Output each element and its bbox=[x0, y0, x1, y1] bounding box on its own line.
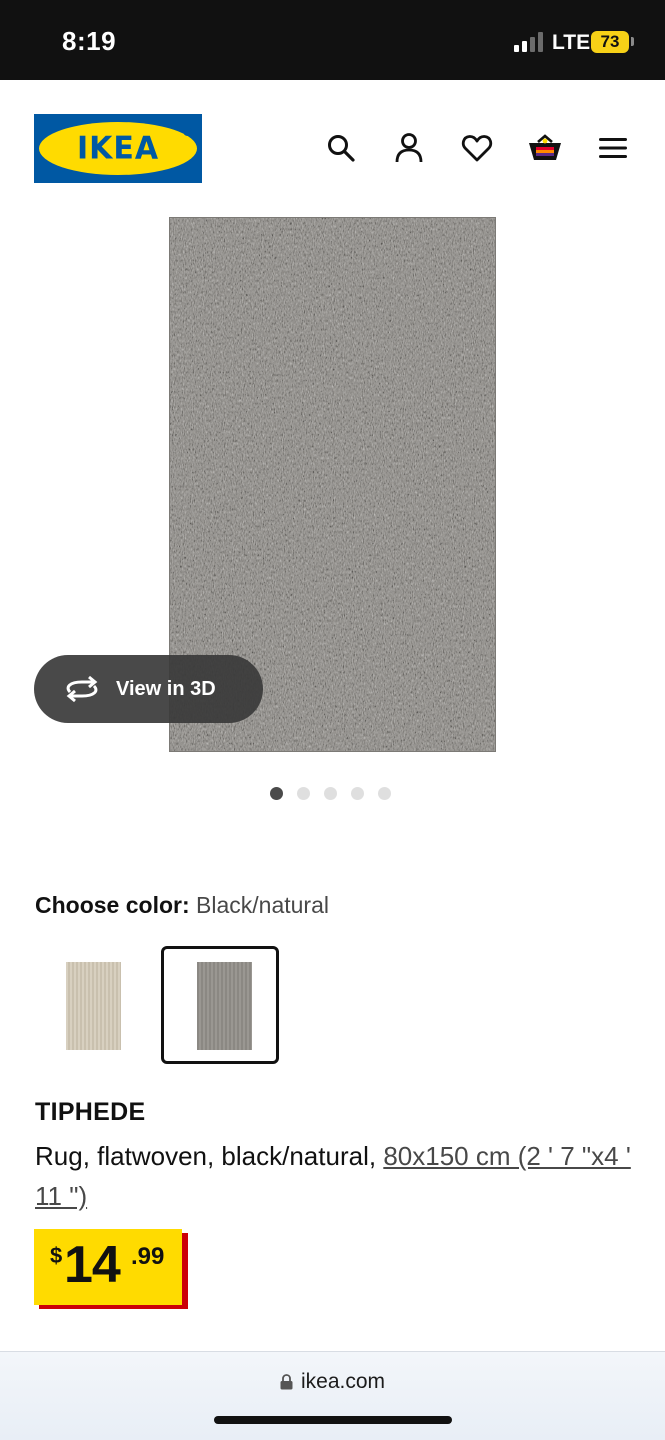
logo-text: IKEA bbox=[76, 130, 160, 167]
url-container: ikea.com bbox=[0, 1370, 665, 1394]
account-icon[interactable] bbox=[389, 128, 429, 168]
carousel-dot-3[interactable] bbox=[324, 787, 337, 800]
swatch-image-black-natural bbox=[197, 962, 252, 1050]
registered-mark bbox=[183, 127, 192, 136]
carousel-dot-4[interactable] bbox=[351, 787, 364, 800]
color-swatch-black-natural[interactable] bbox=[161, 946, 279, 1064]
menu-icon[interactable] bbox=[593, 128, 633, 168]
carousel-dot-1[interactable] bbox=[270, 787, 283, 800]
network-type: LTE bbox=[552, 31, 591, 54]
price-decimal: .99 bbox=[131, 1243, 165, 1270]
color-selection-label: Choose color: Black/natural bbox=[35, 892, 329, 919]
browser-url-bar[interactable]: ikea.com bbox=[0, 1351, 665, 1440]
search-icon[interactable] bbox=[321, 128, 361, 168]
ikea-logo[interactable]: IKEA bbox=[34, 114, 202, 183]
view-in-3d-button[interactable]: View in 3D bbox=[34, 655, 263, 723]
view-in-3d-label: View in 3D bbox=[116, 677, 216, 700]
shopping-bag-icon[interactable] bbox=[525, 128, 565, 168]
url-text: ikea.com bbox=[300, 1370, 386, 1393]
product-name: TIPHEDE bbox=[35, 1098, 146, 1126]
carousel-dot-2[interactable] bbox=[297, 787, 310, 800]
product-description-block: Rug, flatwoven, black/natural, 80x150 cm… bbox=[35, 1136, 635, 1216]
price-integer: 14 bbox=[64, 1236, 121, 1294]
choose-color-label: Choose color: bbox=[35, 892, 190, 918]
product-description: Rug, flatwoven, black/natural, bbox=[35, 1141, 377, 1171]
status-time: 8:19 bbox=[62, 26, 117, 56]
battery-tip bbox=[631, 37, 634, 46]
battery-icon: 73 bbox=[591, 31, 629, 53]
heart-icon[interactable] bbox=[457, 128, 497, 168]
logo-oval: IKEA bbox=[39, 122, 197, 175]
image-carousel-dots bbox=[270, 787, 405, 801]
home-indicator[interactable] bbox=[214, 1416, 452, 1424]
price-tag: $ 14 .99 bbox=[34, 1229, 182, 1305]
carousel-dot-5[interactable] bbox=[378, 787, 391, 800]
cellular-signal-icon bbox=[514, 32, 546, 52]
selected-color-value: Black/natural bbox=[196, 892, 329, 918]
color-swatch-beige[interactable] bbox=[34, 946, 152, 1064]
rotate-3d-icon bbox=[66, 675, 98, 703]
price-currency: $ bbox=[50, 1243, 63, 1268]
lock-icon bbox=[280, 1374, 293, 1390]
status-bar: 8:19 LTE 73 bbox=[0, 0, 665, 80]
swatch-image-beige bbox=[66, 962, 121, 1050]
